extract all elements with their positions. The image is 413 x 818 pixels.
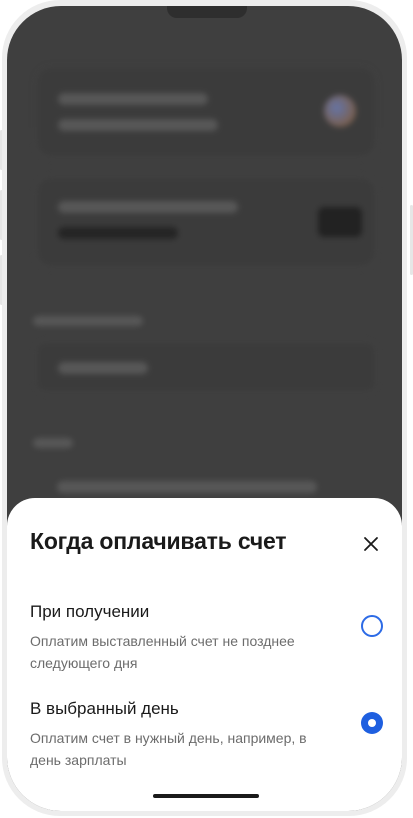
option-selected-day[interactable]: В выбранный день Оплатим счет в нужный д… <box>30 699 370 771</box>
background-field <box>35 341 377 393</box>
phone-screen: Когда оплачивать счет При получении Опла… <box>7 6 402 811</box>
background-label <box>33 316 143 326</box>
option-title: При получении <box>30 602 150 621</box>
radio-on-receipt[interactable] <box>361 615 383 637</box>
background-text <box>57 481 317 493</box>
payment-time-sheet: Когда оплачивать счет При получении Опла… <box>7 498 402 811</box>
close-button[interactable] <box>359 532 383 556</box>
background-label-2 <box>33 438 73 448</box>
background-card-2 <box>35 176 377 268</box>
option-on-receipt[interactable]: При получении Оплатим выставленный счет … <box>30 602 370 674</box>
home-indicator <box>153 794 259 798</box>
phone-frame: Когда оплачивать счет При получении Опла… <box>2 0 407 816</box>
background-card-1 <box>35 66 377 158</box>
sheet-title: Когда оплачивать счет <box>30 528 287 554</box>
radio-selected-day[interactable] <box>361 712 383 734</box>
option-description: Оплатим счет в нужный день, например, в … <box>30 730 307 768</box>
notch <box>167 6 247 18</box>
radio-dot <box>368 719 376 727</box>
option-description: Оплатим выставленный счет не позднее сле… <box>30 633 295 671</box>
close-icon <box>364 537 378 551</box>
option-title: В выбранный день <box>30 699 179 718</box>
